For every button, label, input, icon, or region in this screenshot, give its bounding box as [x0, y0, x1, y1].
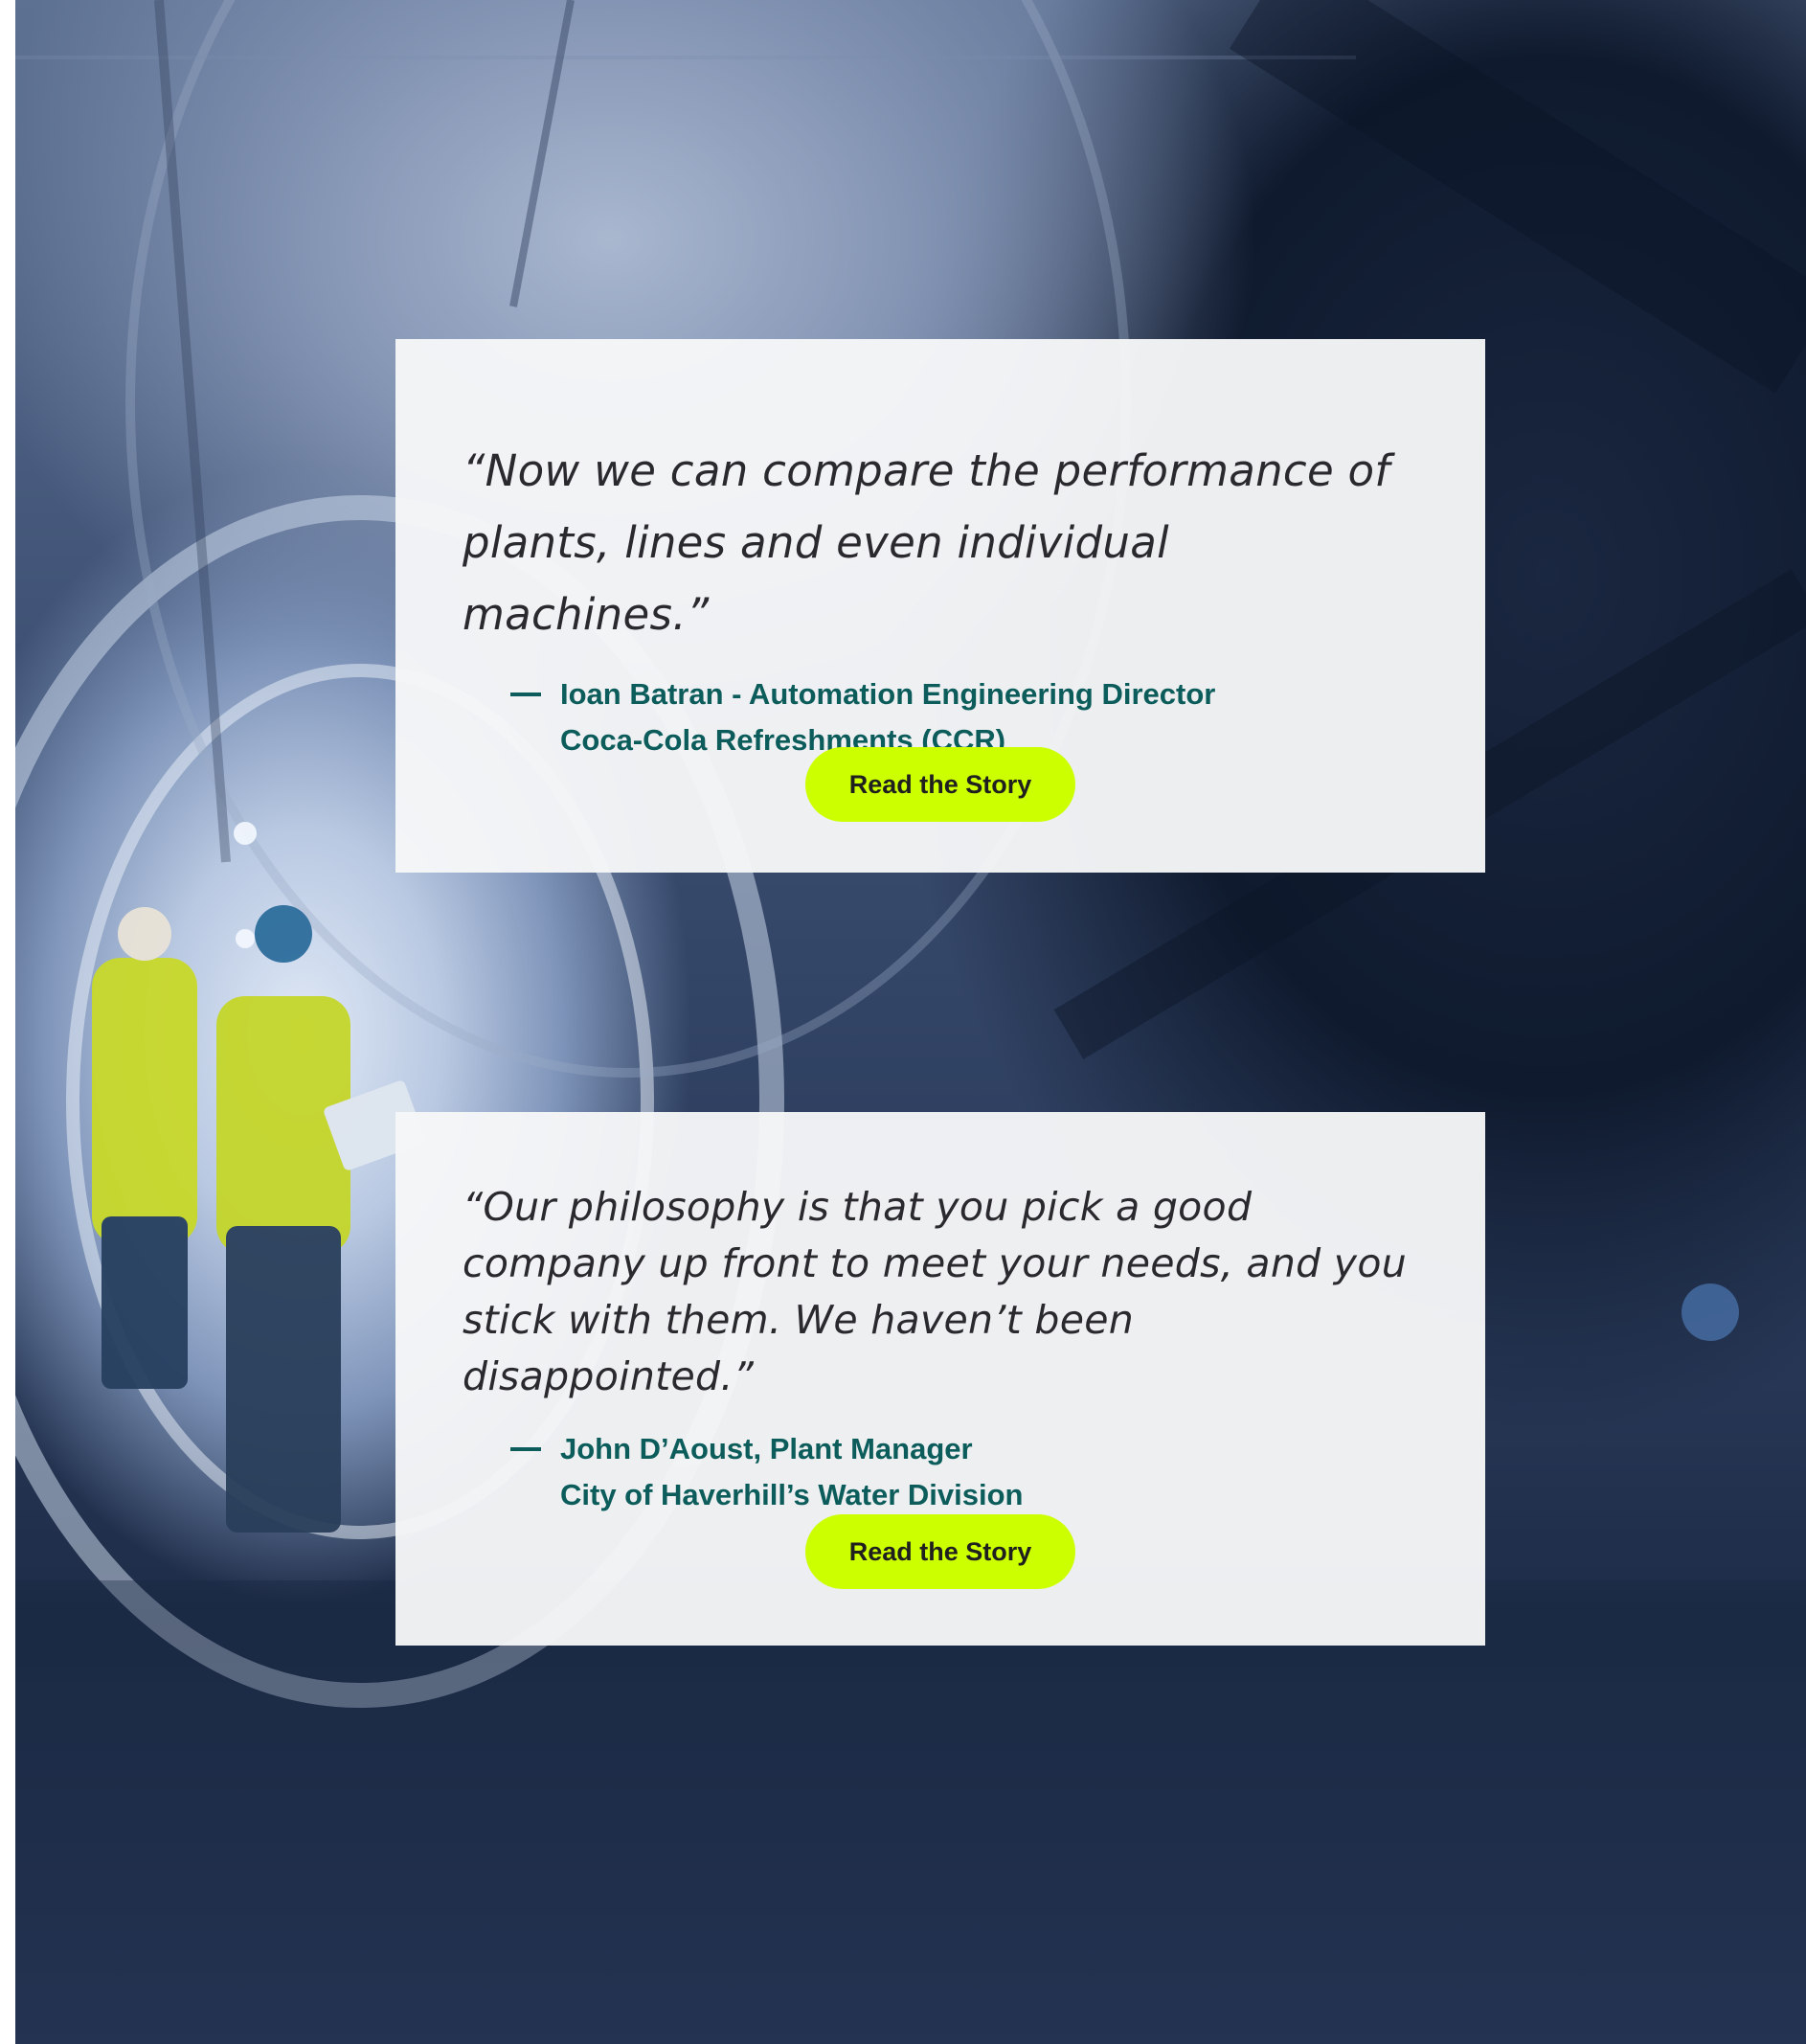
testimonial-card-1: “Now we can compare the performance of p…: [395, 339, 1485, 873]
testimonial-quote: “Now we can compare the performance of p…: [463, 445, 1390, 640]
attribution-company: City of Haverhill’s Water Division: [560, 1478, 1024, 1511]
testimonial-attribution: John D’Aoust, Plant Manager City of Have…: [510, 1426, 1428, 1518]
workers-figures: [92, 905, 425, 1533]
testimonials-section: “Now we can compare the performance of p…: [0, 0, 1806, 2044]
attribution-name-title: John D’Aoust, Plant Manager: [560, 1432, 973, 1465]
em-dash-icon: [510, 1447, 541, 1451]
em-dash-icon: [510, 693, 541, 696]
read-the-story-button[interactable]: Read the Story: [805, 747, 1075, 822]
testimonial-card-2: “Our philosophy is that you pick a good …: [395, 1112, 1485, 1646]
background-photo: [15, 0, 1806, 2044]
read-the-story-button[interactable]: Read the Story: [805, 1514, 1075, 1589]
pipe-tunnel-illustration: [15, 0, 1806, 2044]
testimonial-quote: “Our philosophy is that you pick a good …: [463, 1184, 1408, 1399]
attribution-name-title: Ioan Batran - Automation Engineering Dir…: [560, 677, 1216, 711]
